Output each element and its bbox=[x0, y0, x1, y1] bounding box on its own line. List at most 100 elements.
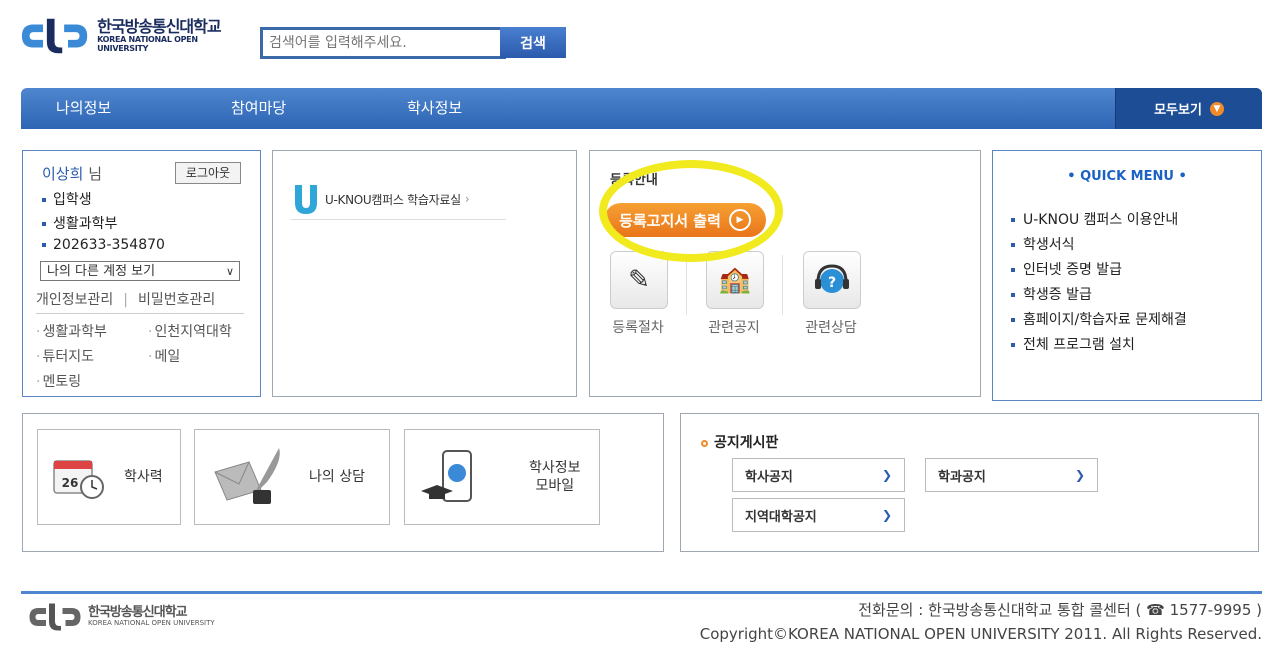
nav-item-academic-info[interactable]: 학사정보 bbox=[407, 88, 462, 129]
calendar-shortcut[interactable]: 26 학사력 bbox=[37, 429, 181, 525]
nav-item-my-info[interactable]: 나의정보 bbox=[56, 88, 111, 129]
user-status: 입학생 bbox=[42, 189, 92, 209]
notice-panel: 공지게시판 학사공지 ❯ 학과공지 ❯ 지역대학공지 ❯ bbox=[680, 413, 1259, 552]
quick-item-troubleshoot[interactable]: 홈페이지/학습자료 문제해결 bbox=[1011, 309, 1187, 329]
dot-icon: • bbox=[1067, 169, 1081, 184]
link-mentoring[interactable]: · 멘토링 bbox=[36, 371, 81, 391]
mobile-label: 학사정보 모바일 bbox=[529, 459, 581, 495]
reg-procedure[interactable]: ✎ bbox=[610, 251, 668, 309]
bullet-icon bbox=[1011, 268, 1015, 272]
user-department-text: 생활과학부 bbox=[53, 216, 118, 232]
bullet-icon bbox=[1011, 293, 1015, 297]
nav-item-participation[interactable]: 참여마당 bbox=[231, 88, 286, 129]
knou-logo-icon bbox=[21, 18, 88, 54]
ucampus-panel: U-KNOU캠퍼스 학습자료실 › bbox=[272, 150, 577, 397]
dot-icon: · bbox=[148, 349, 153, 365]
quick-item-label: 학생서식 bbox=[1023, 237, 1075, 253]
bullet-icon bbox=[42, 198, 46, 202]
search-input[interactable] bbox=[260, 27, 506, 59]
divider bbox=[686, 255, 687, 315]
dot-icon: · bbox=[36, 324, 41, 340]
quick-item-student-forms[interactable]: 학생서식 bbox=[1011, 234, 1075, 254]
notice-regional-label: 지역대학공지 bbox=[745, 509, 817, 525]
bullet-icon bbox=[1011, 343, 1015, 347]
footer-logo: 한국방송통신대학교 KOREA NATIONAL OPEN UNIVERSITY bbox=[28, 602, 215, 632]
bullet-icon bbox=[42, 222, 46, 226]
mobile-shortcut[interactable]: 학사정보 모바일 bbox=[404, 429, 600, 525]
link-mail-label: 메일 bbox=[154, 349, 181, 365]
view-all-label: 모두보기 bbox=[1154, 103, 1202, 118]
reg-notice-label: 관련공지 bbox=[708, 320, 760, 336]
search-button[interactable]: 검색 bbox=[500, 27, 566, 58]
site-logo[interactable]: 한국방송통신대학교 KOREA NATIONAL OPEN UNIVERSITY bbox=[20, 16, 245, 56]
dot-icon: · bbox=[36, 374, 41, 390]
quick-item-label: 인터넷 증명 발급 bbox=[1023, 262, 1123, 278]
mobile-graduation-icon bbox=[421, 450, 472, 502]
bullet-icon bbox=[1011, 218, 1015, 222]
password-link[interactable]: 비밀번호관리 bbox=[138, 292, 215, 308]
reg-counsel[interactable]: ? bbox=[803, 251, 861, 309]
link-department-label: 생활과학부 bbox=[42, 324, 107, 340]
footer-logo-english: KOREA NATIONAL OPEN UNIVERSITY bbox=[88, 619, 215, 628]
notice-department-label: 학과공지 bbox=[938, 469, 986, 485]
dot-icon: · bbox=[36, 349, 41, 365]
main-nav: 나의정보 참여마당 학사정보 모두보기 ▼ bbox=[21, 88, 1262, 129]
calendar-clock-icon: 26 bbox=[53, 460, 104, 499]
svg-text:?: ? bbox=[828, 275, 836, 291]
ucampus-link[interactable]: U-KNOU캠퍼스 학습자료실 › bbox=[291, 179, 506, 220]
link-tutor-label: 튜터지도 bbox=[42, 349, 94, 365]
bullet-icon bbox=[1011, 318, 1015, 322]
ucampus-u-icon bbox=[295, 185, 317, 214]
chevron-right-icon: ❯ bbox=[1074, 468, 1085, 482]
view-all-button[interactable]: 모두보기 ▼ bbox=[1115, 88, 1262, 129]
link-tutor[interactable]: · 튜터지도 bbox=[36, 346, 94, 366]
account-select[interactable]: 나의 다른 계정 보기 ∨ bbox=[40, 261, 240, 281]
link-department[interactable]: · 생활과학부 bbox=[36, 321, 107, 341]
notice-title-text: 공지게시판 bbox=[714, 435, 779, 451]
notice-academic-button[interactable]: 학사공지 ❯ bbox=[732, 458, 905, 492]
user-name-suffix: 님 bbox=[88, 165, 102, 183]
quick-menu-title-text: QUICK MENU bbox=[1080, 169, 1174, 184]
logout-button[interactable]: 로그아웃 bbox=[175, 162, 241, 184]
knou-logo-gray-icon bbox=[29, 603, 81, 631]
reg-procedure-label: 등록절차 bbox=[612, 320, 664, 336]
chevron-down-icon: ▼ bbox=[1209, 101, 1224, 116]
mobile-label-line1: 학사정보 bbox=[529, 459, 581, 476]
notice-department-button[interactable]: 학과공지 ❯ bbox=[925, 458, 1098, 492]
quick-item-campus-guide[interactable]: U-KNOU 캠퍼스 이용안내 bbox=[1011, 209, 1178, 229]
link-mentoring-label: 멘토링 bbox=[42, 374, 82, 390]
logo-korean-text: 한국방송통신대학교 bbox=[97, 17, 221, 37]
pencil-document-icon: ✎ bbox=[610, 251, 668, 309]
notice-academic-label: 학사공지 bbox=[745, 469, 793, 485]
quick-menu-panel: • QUICK MENU • U-KNOU 캠퍼스 이용안내 학생서식 인터넷 … bbox=[992, 150, 1262, 401]
divider bbox=[782, 255, 783, 315]
quick-menu-title: • QUICK MENU • bbox=[993, 169, 1261, 184]
notice-regional-button[interactable]: 지역대학공지 ❯ bbox=[732, 498, 905, 532]
link-regional-campus[interactable]: · 인천지역대학 bbox=[148, 321, 232, 341]
user-greeting: 이상희 님 bbox=[42, 163, 102, 184]
bullet-icon bbox=[42, 243, 46, 247]
link-mail[interactable]: · 메일 bbox=[148, 346, 180, 366]
envelope-quill-icon bbox=[214, 448, 280, 504]
counsel-label: 나의 상담 bbox=[309, 468, 365, 485]
reg-counsel-label: 관련상담 bbox=[805, 320, 857, 336]
quick-item-certificate[interactable]: 인터넷 증명 발급 bbox=[1011, 259, 1122, 279]
footer-contact: 전화문의 : 한국방송통신대학교 통합 콜센터 ( ☎ 1577-9995 ) bbox=[858, 601, 1262, 619]
privacy-link[interactable]: 개인정보관리 bbox=[36, 292, 113, 308]
footer-logo-korean: 한국방송통신대학교 bbox=[88, 605, 188, 620]
calendar-day: 26 bbox=[62, 476, 79, 490]
quick-item-student-card[interactable]: 학생증 발급 bbox=[1011, 284, 1092, 304]
chevron-down-icon: ∨ bbox=[225, 265, 234, 278]
headset-help-icon: ? bbox=[803, 251, 861, 309]
dot-icon: • bbox=[1173, 169, 1187, 184]
user-status-text: 입학생 bbox=[53, 192, 92, 208]
quick-item-label: 학생증 발급 bbox=[1023, 287, 1092, 303]
quick-item-install-all[interactable]: 전체 프로그램 설치 bbox=[1011, 334, 1135, 354]
counsel-shortcut[interactable]: 나의 상담 bbox=[194, 429, 390, 525]
circle-bullet-icon bbox=[701, 439, 708, 447]
link-regional-campus-label: 인천지역대학 bbox=[154, 324, 232, 340]
quick-item-label: 전체 프로그램 설치 bbox=[1023, 337, 1135, 353]
ucampus-label: U-KNOU캠퍼스 학습자료실 bbox=[325, 192, 461, 207]
notice-title: 공지게시판 bbox=[701, 432, 778, 452]
shortcut-panel: 26 학사력 나의 상담 학사정보 모바일 bbox=[22, 413, 664, 552]
